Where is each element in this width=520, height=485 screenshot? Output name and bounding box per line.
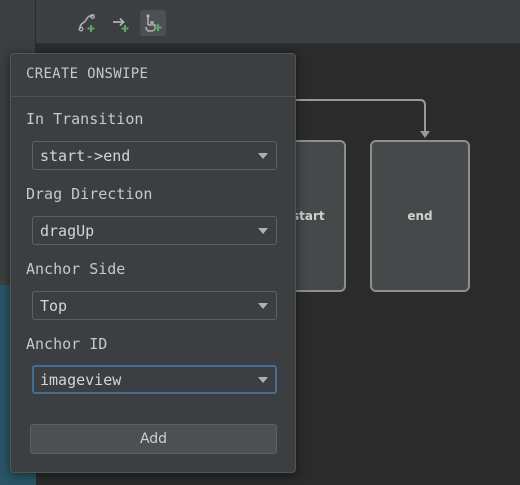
motion-editor-toolbar bbox=[36, 0, 520, 44]
create-onswipe-icon bbox=[145, 14, 162, 32]
in-transition-dropdown[interactable]: start->end bbox=[32, 141, 277, 170]
drag-direction-label: Drag Direction bbox=[26, 185, 153, 203]
anchor-id-dropdown[interactable]: imageview bbox=[32, 365, 277, 394]
anchor-id-label: Anchor ID bbox=[26, 335, 108, 353]
anchor-side-dropdown[interactable]: Top bbox=[32, 291, 277, 320]
add-button[interactable]: Add bbox=[30, 424, 277, 454]
create-transition-icon bbox=[78, 14, 95, 32]
chevron-down-icon bbox=[258, 153, 268, 159]
in-transition-label: In Transition bbox=[26, 110, 144, 128]
anchor-side-value: Top bbox=[40, 297, 68, 315]
chevron-down-icon bbox=[258, 303, 268, 309]
drag-direction-dropdown[interactable]: dragUp bbox=[32, 216, 277, 245]
constraint-set-start-label: start bbox=[292, 209, 325, 223]
popup-title: CREATE ONSWIPE bbox=[11, 54, 295, 97]
create-click-handler-icon bbox=[113, 17, 129, 32]
create-click-handler-button[interactable] bbox=[108, 10, 134, 36]
create-transition-button[interactable] bbox=[74, 10, 100, 36]
in-transition-value: start->end bbox=[40, 147, 131, 165]
transition-arrow bbox=[280, 99, 430, 138]
constraint-set-end-label: end bbox=[407, 209, 433, 223]
chevron-down-icon bbox=[258, 228, 268, 234]
constraint-set-end[interactable]: end bbox=[370, 140, 470, 292]
chevron-down-icon bbox=[258, 377, 268, 383]
create-onswipe-popup: CREATE ONSWIPE In Transition start->end … bbox=[10, 53, 296, 473]
create-onswipe-button[interactable] bbox=[140, 10, 166, 36]
anchor-side-label: Anchor Side bbox=[26, 260, 126, 278]
anchor-id-value: imageview bbox=[40, 371, 122, 389]
drag-direction-value: dragUp bbox=[40, 222, 95, 240]
